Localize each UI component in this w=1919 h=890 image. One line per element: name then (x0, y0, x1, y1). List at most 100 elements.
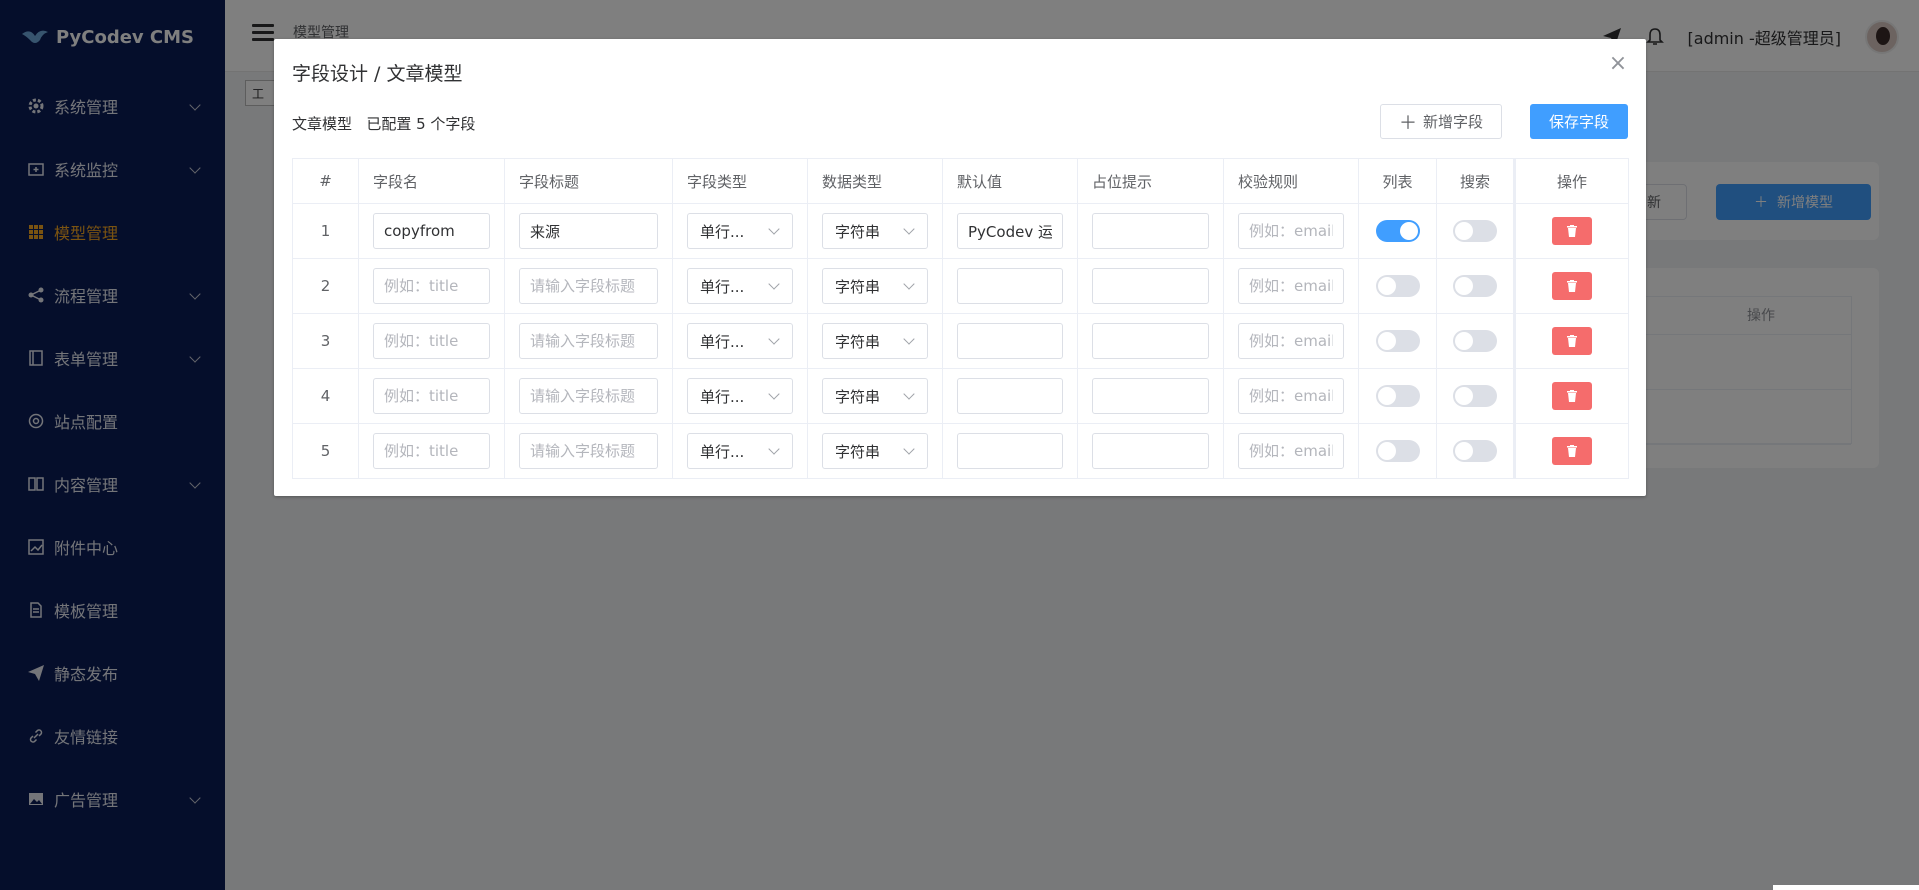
field-type-value: 单行... (700, 332, 745, 351)
chevron-down-icon (903, 278, 915, 290)
chevron-down-icon (903, 388, 915, 400)
field-row: 2 单行... 字符串 (292, 258, 1629, 314)
row-index: 4 (292, 368, 359, 424)
data-type-select[interactable]: 字符串 (822, 268, 928, 304)
list-toggle[interactable] (1375, 385, 1420, 407)
data-type-select[interactable]: 字符串 (822, 378, 928, 414)
column-header: 数据类型 (807, 158, 943, 204)
row-index: 2 (292, 258, 359, 314)
model-name: 文章模型 (292, 115, 353, 133)
delete-button[interactable] (1552, 272, 1592, 300)
dialog-info: 文章模型 已配置 5 个字段 (292, 113, 475, 134)
field-title-input[interactable] (519, 213, 658, 249)
field-type-value: 单行... (700, 387, 745, 406)
placeholder-input[interactable] (1092, 268, 1209, 304)
field-type-select[interactable]: 单行... (687, 323, 793, 359)
delete-button[interactable] (1552, 327, 1592, 355)
field-row: 4 单行... 字符串 (292, 368, 1629, 424)
dialog-title: 字段设计 / 文章模型 (292, 63, 463, 85)
column-header: 字段类型 (672, 158, 808, 204)
placeholder-input[interactable] (1092, 378, 1209, 414)
field-name-input[interactable] (373, 378, 490, 414)
row-index: 5 (292, 423, 359, 479)
row-index: 3 (292, 313, 359, 369)
column-header: 列表 (1358, 158, 1437, 204)
trash-icon (1567, 280, 1577, 292)
column-header: 默认值 (942, 158, 1078, 204)
data-type-value: 字符串 (835, 387, 881, 406)
field-title-input[interactable] (519, 433, 658, 469)
validation-rule-input[interactable] (1238, 213, 1344, 249)
data-type-select[interactable]: 字符串 (822, 323, 928, 359)
add-field-label: 新增字段 (1422, 113, 1483, 131)
chevron-down-icon (903, 333, 915, 345)
list-toggle[interactable] (1375, 220, 1420, 242)
data-type-select[interactable]: 字符串 (822, 433, 928, 469)
default-value-input[interactable] (957, 378, 1063, 414)
chevron-down-icon (768, 278, 780, 290)
search-toggle[interactable] (1453, 385, 1497, 407)
data-type-select[interactable]: 字符串 (822, 213, 928, 249)
field-title-input[interactable] (519, 323, 658, 359)
chevron-down-icon (903, 223, 915, 235)
column-header: 校验规则 (1223, 158, 1359, 204)
field-row: 5 单行... 字符串 (292, 423, 1629, 479)
search-toggle[interactable] (1453, 220, 1497, 242)
column-header: 占位提示 (1077, 158, 1224, 204)
validation-rule-input[interactable] (1238, 378, 1344, 414)
data-type-value: 字符串 (835, 277, 881, 296)
search-toggle[interactable] (1453, 440, 1497, 462)
default-value-input[interactable] (957, 323, 1063, 359)
placeholder-input[interactable] (1092, 213, 1209, 249)
default-value-input[interactable] (957, 268, 1063, 304)
plus-icon: ＋ (1398, 112, 1417, 134)
data-type-value: 字符串 (835, 442, 881, 461)
field-design-dialog: 字段设计 / 文章模型 × 文章模型 已配置 5 个字段 ＋ 新增字段 保存字段… (274, 39, 1646, 496)
search-toggle[interactable] (1453, 330, 1497, 352)
placeholder-input[interactable] (1092, 433, 1209, 469)
fields-table: #字段名字段标题字段类型数据类型默认值占位提示校验规则列表搜索操作 1 单行...… (292, 158, 1629, 479)
field-name-input[interactable] (373, 323, 490, 359)
data-type-value: 字符串 (835, 332, 881, 351)
delete-button[interactable] (1552, 437, 1592, 465)
trash-icon (1567, 225, 1577, 237)
save-fields-button[interactable]: 保存字段 (1530, 104, 1628, 139)
placeholder-input[interactable] (1092, 323, 1209, 359)
close-icon[interactable]: × (1608, 53, 1628, 75)
list-toggle[interactable] (1375, 440, 1420, 462)
field-type-select[interactable]: 单行... (687, 268, 793, 304)
chevron-down-icon (768, 388, 780, 400)
column-header: # (292, 158, 359, 204)
column-header: 操作 (1513, 158, 1629, 204)
field-type-value: 单行... (700, 277, 745, 296)
field-type-value: 单行... (700, 442, 745, 461)
column-header: 搜索 (1436, 158, 1515, 204)
list-toggle[interactable] (1375, 275, 1420, 297)
add-field-button[interactable]: ＋ 新增字段 (1380, 104, 1502, 139)
field-title-input[interactable] (519, 268, 658, 304)
trash-icon (1567, 335, 1577, 347)
validation-rule-input[interactable] (1238, 323, 1344, 359)
search-toggle[interactable] (1453, 275, 1497, 297)
delete-button[interactable] (1552, 217, 1592, 245)
validation-rule-input[interactable] (1238, 268, 1344, 304)
trash-icon (1567, 390, 1577, 402)
delete-button[interactable] (1552, 382, 1592, 410)
field-type-select[interactable]: 单行... (687, 433, 793, 469)
field-name-input[interactable] (373, 433, 490, 469)
field-name-input[interactable] (373, 213, 490, 249)
scrollbar[interactable] (1773, 885, 1919, 890)
default-value-input[interactable] (957, 433, 1063, 469)
column-header: 字段标题 (504, 158, 673, 204)
chevron-down-icon (903, 443, 915, 455)
default-value-input[interactable] (957, 213, 1063, 249)
field-type-select[interactable]: 单行... (687, 378, 793, 414)
field-type-select[interactable]: 单行... (687, 213, 793, 249)
chevron-down-icon (768, 223, 780, 235)
field-row: 3 单行... 字符串 (292, 313, 1629, 369)
field-title-input[interactable] (519, 378, 658, 414)
list-toggle[interactable] (1375, 330, 1420, 352)
row-index: 1 (292, 203, 359, 259)
validation-rule-input[interactable] (1238, 433, 1344, 469)
field-name-input[interactable] (373, 268, 490, 304)
